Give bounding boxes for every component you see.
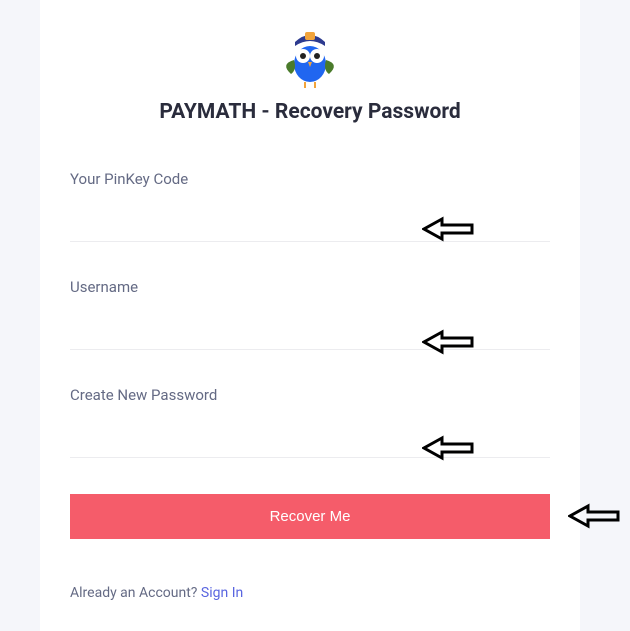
field-group-pinkey: Your PinKey Code	[70, 170, 550, 242]
pinkey-input[interactable]	[70, 202, 550, 242]
already-text: Already an Account?	[70, 585, 201, 601]
recovery-card: PAYMATH - Recovery Password Your PinKey …	[40, 0, 580, 631]
signin-link[interactable]: Sign In	[201, 585, 243, 601]
logo-wrap	[70, 30, 550, 94]
owl-logo-icon	[275, 30, 345, 90]
newpassword-input[interactable]	[70, 418, 550, 458]
pinkey-label: Your PinKey Code	[70, 170, 550, 188]
field-group-username: Username	[70, 278, 550, 350]
page-title: PAYMATH - Recovery Password	[70, 100, 550, 124]
recover-button[interactable]: Recover Me	[70, 494, 550, 539]
username-label: Username	[70, 278, 550, 296]
already-account: Already an Account? Sign In	[70, 585, 550, 601]
newpassword-label: Create New Password	[70, 386, 550, 404]
field-group-newpassword: Create New Password	[70, 386, 550, 458]
username-input[interactable]	[70, 310, 550, 350]
